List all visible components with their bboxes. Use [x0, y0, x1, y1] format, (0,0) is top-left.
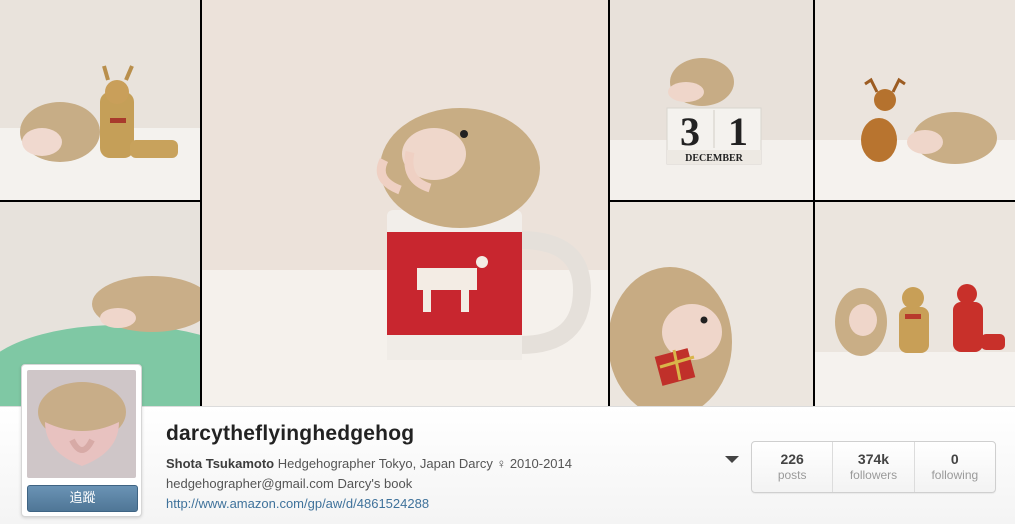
photo-mosaic: 3 1 DECEMBER: [0, 0, 1015, 406]
posts-count: 226: [780, 451, 804, 467]
photo-tile-1[interactable]: [0, 0, 200, 200]
posts-label: posts: [777, 468, 807, 482]
avatar-photo: [27, 370, 136, 478]
stat-followers[interactable]: 374k followers: [832, 442, 913, 492]
stat-posts[interactable]: 226 posts: [752, 442, 832, 492]
profile-stats: 226 posts 374k followers 0 following: [751, 441, 996, 493]
bio-line-1: Shota Tsukamoto Hedgehographer Tokyo, Ja…: [166, 454, 572, 474]
photo-tile-2[interactable]: [202, 0, 608, 406]
calendar-day-digit-1: 3: [680, 109, 700, 154]
profile-username: darcytheflyinghedgehog: [166, 422, 415, 445]
following-label: following: [931, 468, 979, 482]
follow-button[interactable]: 追蹤: [27, 485, 138, 512]
profile-full-name: Shota Tsukamoto: [166, 456, 275, 471]
photo-tile-6[interactable]: [610, 202, 813, 406]
following-count: 0: [950, 451, 959, 467]
followers-count: 374k: [857, 451, 890, 467]
photo-hedgehog-calendar: 3 1 DECEMBER: [610, 0, 813, 200]
photo-hedgehog-reindeer: [0, 0, 200, 200]
avatar[interactable]: [27, 370, 136, 478]
photo-figures: [815, 202, 1015, 406]
profile-website-link[interactable]: http://www.amazon.com/gp/aw/d/4861524288: [166, 496, 429, 511]
photo-hedgehog-in-mug: [202, 0, 608, 406]
photo-tile-7[interactable]: [815, 202, 1015, 406]
stat-following[interactable]: 0 following: [913, 442, 995, 492]
followers-label: followers: [849, 468, 898, 482]
photo-tile-3[interactable]: 3 1 DECEMBER: [610, 0, 813, 200]
calendar-month: DECEMBER: [685, 153, 744, 164]
bio-text: Hedgehographer Tokyo, Japan Darcy ♀ 2010…: [277, 456, 572, 471]
calendar-day-digit-2: 1: [728, 109, 748, 154]
bio-line-2: hedgehographer@gmail.com Darcy's book: [166, 476, 413, 491]
profile-bio: Shota Tsukamoto Hedgehographer Tokyo, Ja…: [166, 454, 572, 514]
photo-tile-4[interactable]: [815, 0, 1015, 200]
bio-line-3: http://www.amazon.com/gp/aw/d/4861524288: [166, 494, 572, 514]
avatar-card: 追蹤: [21, 364, 142, 517]
photo-hedgehog-gift: [610, 202, 813, 406]
options-dropdown-caret-icon[interactable]: [725, 456, 739, 463]
photo-reindeer-hedgehog: [815, 0, 1015, 200]
